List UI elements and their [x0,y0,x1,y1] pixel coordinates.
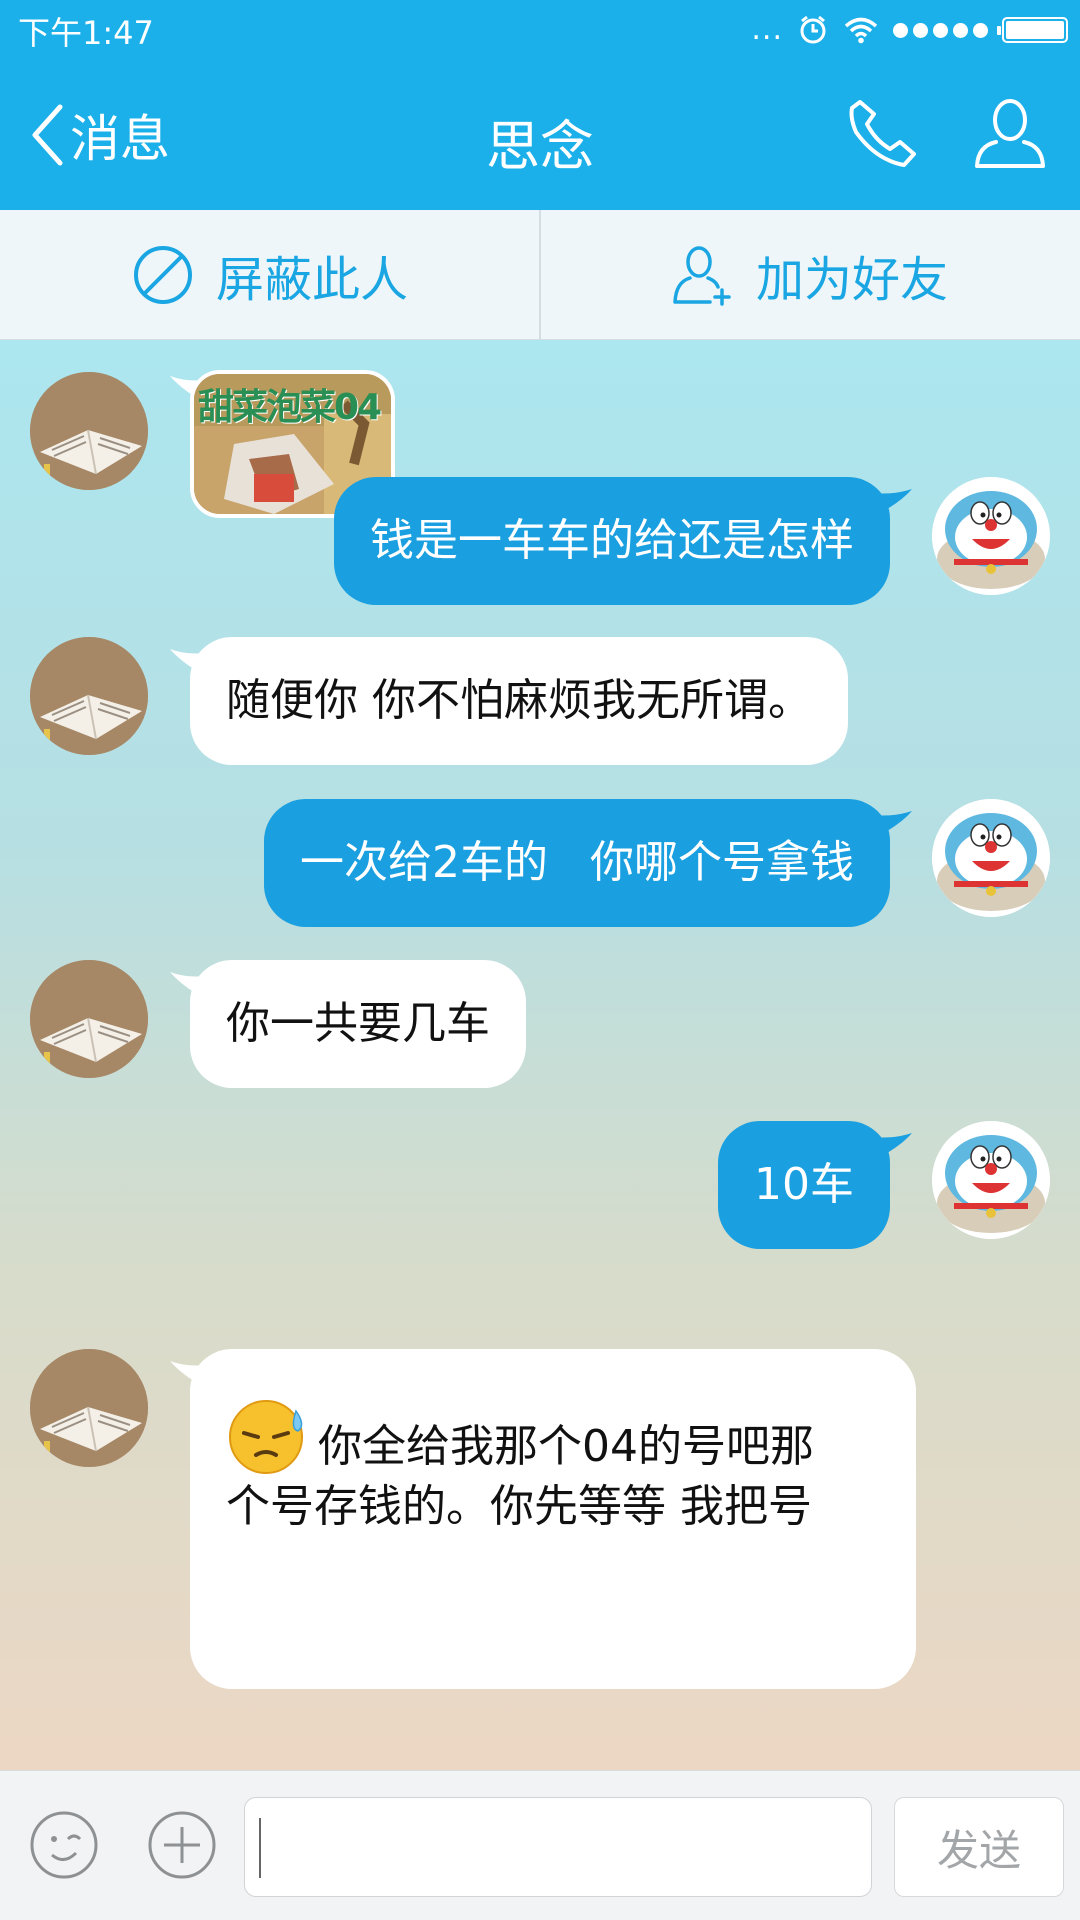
message-line: 个号存钱的。你先等等 我把号 [226,1481,812,1532]
message-row: 随便你 你不怕麻烦我无所谓。 [0,637,1080,787]
sticker-text: 甜菜泡菜04 [198,387,382,428]
carrier-dots: ... [751,12,783,47]
message-row: 一次给2车的 你哪个号拿钱 [0,799,1080,949]
block-user-label: 屏蔽此人 [215,252,408,308]
message-row: 钱是一车车的给还是怎样 [0,477,1080,627]
wifi-icon [844,17,878,44]
chat-area[interactable]: 甜菜泡菜04 钱是一车车的给还是怎样 随便你 你不怕麻烦我无所谓。 一次给2车的… [0,340,1080,1770]
add-friend-button[interactable]: 加为好友 [540,210,1080,340]
my-avatar[interactable] [932,1121,1050,1239]
plus-icon[interactable] [146,1809,218,1881]
emoji-icon[interactable] [28,1809,100,1881]
my-avatar[interactable] [932,799,1050,917]
phone-icon[interactable] [846,96,920,170]
message-input[interactable] [244,1797,872,1897]
nav-bar: 消息 思念 [0,60,1080,210]
alarm-icon [800,15,826,44]
battery-icon [997,17,1068,43]
message-row: 10车 [0,1121,1080,1271]
contact-avatar[interactable] [30,637,148,755]
status-time: 下午1:47 [18,14,154,52]
status-bar: 下午1:47 ... [0,0,1080,60]
chat-bubble-outgoing[interactable]: 10车 [718,1121,890,1249]
text-caret [259,1818,261,1878]
message-row: 你全给我那个04的号吧那 个号存钱的。你先等等 我把号 [0,1349,1080,1770]
add-friend-icon [673,246,731,306]
contact-avatar[interactable] [30,960,148,1078]
message-row: 你一共要几车 [0,960,1080,1110]
chat-bubble-outgoing[interactable]: 一次给2车的 你哪个号拿钱 [264,799,890,927]
my-avatar[interactable] [932,477,1050,595]
chat-bubble-incoming[interactable]: 你一共要几车 [190,960,526,1088]
block-user-button[interactable]: 屏蔽此人 [0,210,540,340]
message-line: 你全给我那个04的号吧那 [318,1421,814,1472]
chat-bubble-incoming[interactable]: 随便你 你不怕麻烦我无所谓。 [190,637,848,765]
chat-bubble-incoming[interactable]: 你全给我那个04的号吧那 个号存钱的。你先等等 我把号 [190,1349,916,1689]
add-friend-label: 加为好友 [755,252,948,308]
action-bar: 屏蔽此人 加为好友 [0,210,1080,340]
sweat-emoji [229,1400,303,1474]
input-bar: 发送 [0,1770,1080,1920]
block-icon [133,246,192,304]
send-button[interactable]: 发送 [894,1797,1064,1897]
contact-avatar[interactable] [30,1349,148,1467]
profile-icon[interactable] [972,96,1048,172]
contact-avatar[interactable] [30,372,148,490]
signal-icon [893,22,988,38]
chat-bubble-outgoing[interactable]: 钱是一车车的给还是怎样 [334,477,890,605]
